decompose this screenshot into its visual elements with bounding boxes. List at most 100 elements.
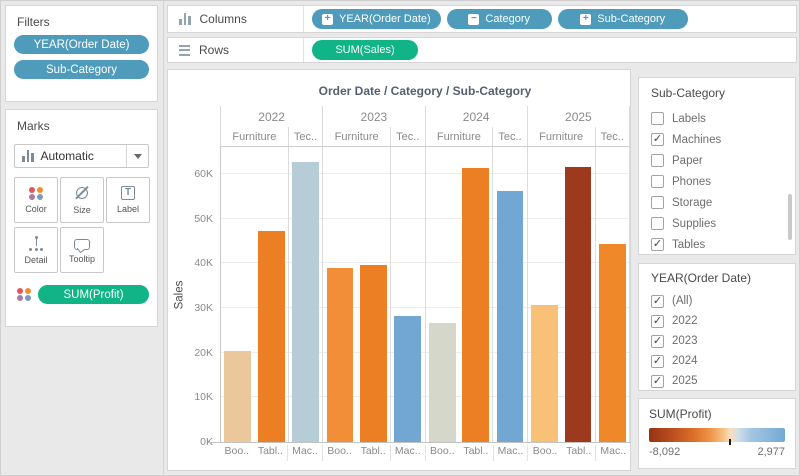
year-filter-title: YEAR(Order Date) <box>651 271 787 285</box>
year-filter-item[interactable]: 2023 <box>651 331 787 351</box>
x-axis-labels: Boo..Tabl..Mac..Boo..Tabl..Mac..Boo..Tab… <box>220 445 630 461</box>
filter-pill[interactable]: Sub-Category <box>14 60 149 79</box>
marks-button-tooltip[interactable]: Tooltip <box>60 227 104 273</box>
checkbox[interactable] <box>651 295 664 308</box>
checkbox[interactable] <box>651 196 664 209</box>
columns-pill-list: +YEAR(Order Date) −Category +Sub-Category <box>312 9 688 29</box>
filter-pill[interactable]: YEAR(Order Date) <box>14 35 149 54</box>
bar-mark[interactable] <box>599 244 626 442</box>
marks-button-detail[interactable]: Detail <box>14 227 58 273</box>
color-dots-icon <box>17 288 32 302</box>
year-filter-item[interactable]: 2024 <box>651 351 787 371</box>
marks-button-label: Tooltip <box>69 254 95 264</box>
marks-button-label: Color <box>25 204 47 214</box>
bar-mark[interactable] <box>258 231 285 442</box>
marks-button-label: Size <box>73 205 91 215</box>
category-header: Furniture <box>221 127 288 146</box>
expand-toggle-icon[interactable]: + <box>322 14 333 25</box>
bar-mark[interactable] <box>497 191 524 442</box>
subcategory-filter-item[interactable]: Phones <box>651 171 787 192</box>
checkbox[interactable] <box>651 315 664 328</box>
expand-toggle-icon[interactable]: − <box>468 14 479 25</box>
plot-area <box>220 147 630 442</box>
checkbox[interactable] <box>651 217 664 230</box>
color-encoding-icon <box>17 288 32 302</box>
marks-button-size[interactable]: Size <box>60 177 104 223</box>
subcategory-filter-item[interactable]: Labels <box>651 108 787 129</box>
year-filter-card: YEAR(Order Date) (All) 20222023 2024 2025 <box>638 263 796 391</box>
profit-encoding-pill[interactable]: SUM(Profit) <box>38 285 149 304</box>
marks-button-color[interactable]: Color <box>14 177 58 223</box>
year-filter-item[interactable]: 2022 <box>651 311 787 331</box>
mark-type-dropdown[interactable]: Automatic <box>14 144 149 168</box>
rows-shelf-label: Rows <box>168 38 304 62</box>
size-icon <box>74 185 90 201</box>
bar-mark[interactable] <box>394 316 421 442</box>
subcategory-filter-item[interactable]: Paper <box>651 150 787 171</box>
subcategory-filter-item[interactable]: Machines <box>651 129 787 150</box>
checkbox[interactable] <box>651 238 664 251</box>
chart-year-headers: 2022202320242025 <box>220 106 630 127</box>
x-axis-label: Mac.. <box>596 445 630 461</box>
subcategory-filter-item[interactable]: Storage <box>651 192 787 213</box>
profit-legend-title: SUM(Profit) <box>649 407 785 421</box>
checkbox-label: Supplies <box>672 218 716 230</box>
profit-legend-card: SUM(Profit) -8,092 2,977 <box>638 398 796 469</box>
checkbox[interactable] <box>651 133 664 146</box>
chart-category-headers: FurnitureTec..FurnitureTec..FurnitureTec… <box>220 127 630 147</box>
checkbox-label: Labels <box>672 113 706 125</box>
bar-mark[interactable] <box>565 167 592 442</box>
checkbox[interactable] <box>651 355 664 368</box>
subcategory-checkbox-list: Labels Machines PaperPhones Storage Supplies… <box>651 108 787 255</box>
bar-mark[interactable] <box>462 168 489 442</box>
mark-type-dropdown-button[interactable] <box>126 145 148 167</box>
x-axis-line <box>208 442 631 443</box>
bar-mark[interactable] <box>327 268 354 442</box>
checkbox[interactable] <box>651 375 664 388</box>
columns-pill[interactable]: −Category <box>447 9 552 29</box>
marks-button-label[interactable]: Label <box>106 177 150 223</box>
checkbox-label: Machines <box>672 134 721 146</box>
year-filter-item[interactable]: (All) <box>651 291 787 311</box>
checkbox[interactable] <box>651 154 664 167</box>
year-filter-item[interactable]: 2025 <box>651 371 787 391</box>
category-header: Furniture <box>322 127 390 146</box>
bar-mark[interactable] <box>224 351 251 442</box>
columns-label-text: Columns <box>200 12 247 26</box>
marks-card: Marks Automatic Color Size Label Detail Tool… <box>5 109 158 327</box>
x-label-group: Boo..Tabl.. <box>425 445 493 461</box>
checkbox-label: Storage <box>672 197 712 209</box>
marks-title: Marks <box>17 119 149 133</box>
year-header: 2022 <box>221 106 322 127</box>
expand-toggle-icon[interactable]: + <box>580 14 591 25</box>
y-axis-tick-labels: 0K10K20K30K40K50K60K <box>168 147 215 442</box>
x-axis-label: Boo.. <box>426 445 460 461</box>
subcategory-filter-item[interactable]: Supplies <box>651 213 787 234</box>
x-label-group: Boo..Tabl.. <box>322 445 390 461</box>
pane <box>390 147 424 442</box>
filters-pill-list: YEAR(Order Date) Sub-Category <box>14 35 149 79</box>
bar-mark[interactable] <box>531 305 558 442</box>
x-axis-label: Mac.. <box>391 445 425 461</box>
bar-mark[interactable] <box>360 265 387 442</box>
checkbox-label: 2024 <box>672 355 698 367</box>
pane <box>492 147 526 442</box>
checkbox[interactable] <box>651 112 664 125</box>
rows-pill[interactable]: SUM(Sales) <box>312 40 418 60</box>
detail-icon <box>28 236 44 251</box>
scrollbar-thumb[interactable] <box>788 194 792 240</box>
x-label-group: Mac.. <box>493 445 528 461</box>
profit-min-value: -8,092 <box>649 446 680 458</box>
y-tick-label: 40K <box>194 257 213 269</box>
profit-color-gradient <box>649 428 785 442</box>
checkbox[interactable] <box>651 335 664 348</box>
y-tick-label: 10K <box>194 391 213 403</box>
subcategory-filter-item[interactable]: Tables <box>651 234 787 255</box>
columns-pill-label: Category <box>485 13 530 25</box>
checkbox-label: (All) <box>672 295 692 307</box>
columns-pill[interactable]: +Sub-Category <box>558 9 688 29</box>
checkbox[interactable] <box>651 175 664 188</box>
columns-pill[interactable]: +YEAR(Order Date) <box>312 9 441 29</box>
bar-mark[interactable] <box>429 323 456 442</box>
bar-mark[interactable] <box>292 162 319 442</box>
